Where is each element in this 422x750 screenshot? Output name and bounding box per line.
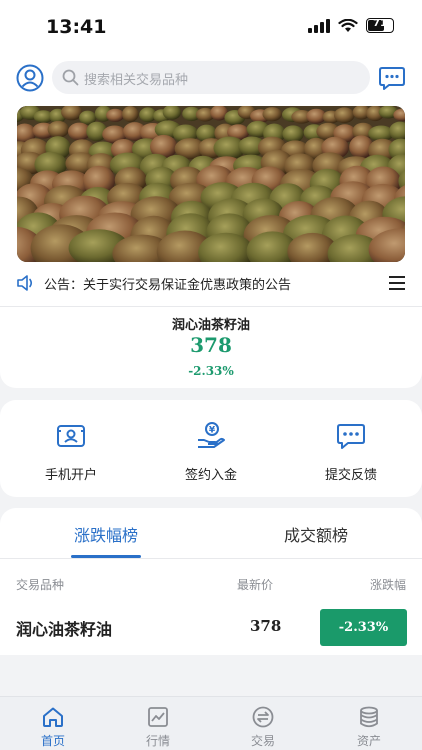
search-input[interactable]: 搜索相关交易品种: [52, 61, 370, 94]
battery-level: 71: [373, 18, 387, 29]
search-row: 搜索相关交易品种: [0, 56, 422, 100]
status-bar: 13:41 71: [0, 0, 422, 56]
wifi-icon: [338, 18, 358, 32]
status-icons: 71: [308, 18, 394, 33]
featured-name: 润心油茶籽油: [171, 318, 250, 333]
status-time: 13:41: [46, 16, 107, 38]
column-header-change: 涨跌幅: [369, 578, 406, 592]
bottom-tab-bar: 首页 行情 交易 资产: [0, 696, 422, 750]
user-avatar-icon[interactable]: [16, 64, 44, 92]
tab-market[interactable]: 行情: [128, 705, 188, 749]
banner-image[interactable]: [17, 106, 405, 262]
featured-instrument[interactable]: 润心油茶籽油 378 -2.33%: [0, 308, 422, 388]
open-account-button[interactable]: 手机开户: [21, 420, 121, 483]
tab-label: 资产: [356, 734, 381, 748]
camellia-fruit-photo: [17, 106, 405, 262]
exchange-icon: [252, 706, 274, 728]
row-instrument-name: 润心油茶籽油: [16, 620, 113, 639]
deposit-button[interactable]: ¥ 签约入金: [161, 420, 261, 483]
home-icon: [43, 707, 63, 727]
hand-coin-icon: ¥: [198, 422, 225, 448]
feedback-button[interactable]: 提交反馈: [301, 420, 401, 483]
column-header-price: 最新价: [237, 578, 274, 592]
search-placeholder: 搜索相关交易品种: [84, 73, 189, 88]
tab-home[interactable]: 首页: [23, 705, 83, 749]
tab-turnover-ranking[interactable]: 成交额榜: [246, 522, 386, 546]
svg-text:¥: ¥: [209, 426, 216, 436]
divider: [0, 306, 422, 307]
id-card-icon: [57, 425, 85, 447]
signal-icon: [308, 18, 330, 33]
battery-icon: 71: [366, 18, 394, 33]
tab-label: 首页: [40, 734, 65, 748]
quick-label: 手机开户: [44, 468, 97, 483]
divider: [0, 558, 422, 559]
notice-bar[interactable]: 公告：关于实行交易保证金优惠政策的公告: [0, 268, 422, 298]
row-price: 378: [250, 617, 282, 635]
database-icon: [360, 706, 378, 728]
quick-label: 签约入金: [184, 468, 237, 483]
search-icon: [62, 69, 79, 86]
column-header-instrument: 交易品种: [16, 578, 65, 592]
tab-gain-ranking[interactable]: 涨跌幅榜: [36, 522, 176, 546]
tab-label: 行情: [145, 734, 170, 748]
notice-text[interactable]: 公告：关于实行交易保证金优惠政策的公告: [44, 274, 291, 293]
message-icon[interactable]: [378, 64, 406, 92]
tab-assets[interactable]: 资产: [339, 705, 399, 749]
featured-price: 378: [190, 333, 232, 357]
feedback-icon: [337, 424, 365, 449]
tab-trade[interactable]: 交易: [233, 705, 293, 749]
speaker-icon: [17, 275, 33, 291]
quick-label: 提交反馈: [324, 468, 377, 483]
featured-change: -2.33%: [188, 364, 234, 378]
chart-icon: [148, 707, 168, 727]
row-change-badge: -2.33%: [320, 609, 407, 646]
quick-actions: 手机开户 ¥ 签约入金 提交反馈: [0, 400, 422, 497]
top-section: 搜索相关交易品种 公告：关于实行交易保证金优惠政策的公告 润心油茶籽油 378 …: [0, 56, 422, 388]
menu-icon[interactable]: [388, 274, 406, 292]
tab-label: 交易: [250, 734, 275, 748]
ranking-panel: 涨跌幅榜 成交额榜 交易品种 最新价 涨跌幅 润心油茶籽油 378 -2.33%: [0, 508, 422, 655]
